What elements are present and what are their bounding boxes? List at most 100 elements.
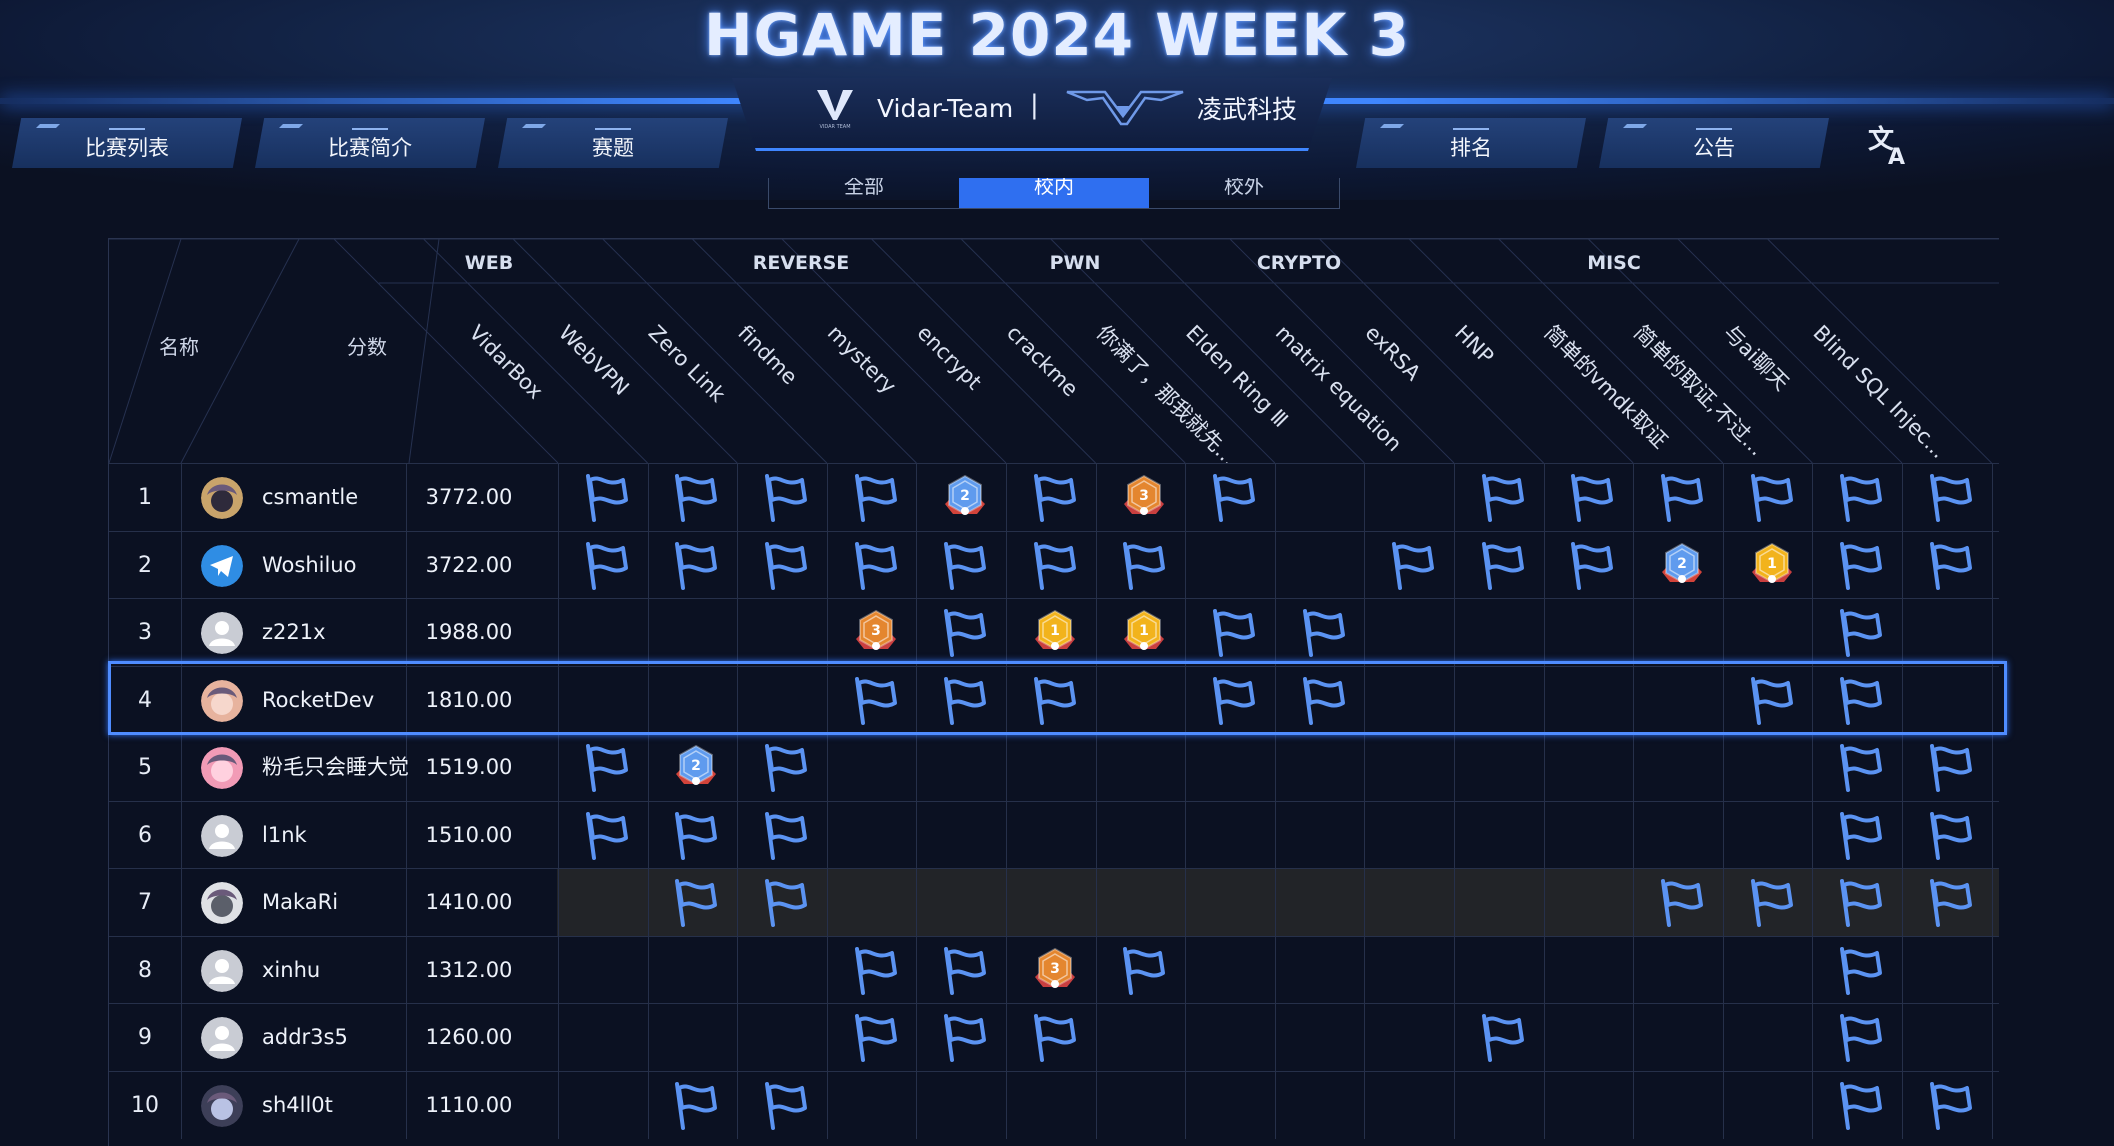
solved-flag-icon[interactable] [937, 673, 993, 729]
solved-flag-icon[interactable] [1475, 1010, 1531, 1066]
avatar-anime[interactable] [201, 477, 243, 519]
challenge-column-header[interactable]: crackme [1002, 321, 1083, 402]
solved-flag-icon[interactable] [1206, 470, 1262, 526]
solved-flag-icon[interactable] [668, 875, 724, 931]
solved-flag-icon[interactable] [1027, 470, 1083, 526]
solved-flag-icon[interactable] [1833, 875, 1889, 931]
challenge-column-header[interactable]: 与ai聊天 [1719, 321, 1794, 396]
challenge-column-header[interactable]: Blind SQL Injec... [1808, 321, 1950, 463]
solved-flag-icon[interactable] [937, 605, 993, 661]
solved-flag-icon[interactable] [937, 943, 993, 999]
solved-flag-icon[interactable] [1923, 808, 1979, 864]
avatar-anime-pink2[interactable] [201, 747, 243, 789]
challenge-column-header[interactable]: mystery [823, 321, 901, 399]
solved-flag-icon[interactable] [1116, 943, 1172, 999]
challenge-column-header[interactable]: HNP [1450, 321, 1498, 369]
avatar-default[interactable] [201, 1017, 243, 1059]
solved-flag-icon[interactable] [1923, 1078, 1979, 1134]
solved-flag-icon[interactable] [668, 808, 724, 864]
solved-flag-icon[interactable] [668, 1078, 724, 1134]
third-blood-badge-icon[interactable]: 3 [1027, 943, 1083, 999]
avatar-anime-dark[interactable] [201, 1084, 243, 1127]
solved-flag-icon[interactable] [758, 875, 814, 931]
avatar-anime-pink[interactable] [201, 679, 243, 722]
sponsor-logo[interactable]: 凌武科技 [1065, 86, 1297, 130]
solved-flag-icon[interactable] [1027, 538, 1083, 594]
solved-flag-icon[interactable] [668, 470, 724, 526]
solved-flag-icon[interactable] [1744, 673, 1800, 729]
solved-flag-icon[interactable] [579, 538, 635, 594]
vidar-team-logo[interactable]: VIDAR TEAM Vidar-Team [815, 86, 1013, 130]
solved-flag-icon[interactable] [668, 538, 724, 594]
second-blood-badge-icon[interactable]: 2 [668, 740, 724, 796]
nav-announcements[interactable]: 公告 [1599, 118, 1829, 168]
solved-flag-icon[interactable] [1833, 538, 1889, 594]
tab-all[interactable]: 全部 [769, 178, 959, 208]
second-blood-badge-icon[interactable]: 2 [1654, 538, 1710, 594]
solved-flag-icon[interactable] [848, 943, 904, 999]
table-row[interactable]: 10 sh4ll0t 1110.00 [109, 1070, 1999, 1139]
solved-flag-icon[interactable] [1475, 470, 1531, 526]
solved-flag-icon[interactable] [848, 1010, 904, 1066]
solved-flag-icon[interactable] [937, 538, 993, 594]
solved-flag-icon[interactable] [758, 538, 814, 594]
table-row[interactable]: 4 RocketDev 1810.00 [109, 665, 1999, 734]
solved-flag-icon[interactable] [1296, 673, 1352, 729]
solved-flag-icon[interactable] [1833, 673, 1889, 729]
solved-flag-icon[interactable] [579, 740, 635, 796]
solved-flag-icon[interactable] [1385, 538, 1441, 594]
solved-flag-icon[interactable] [1475, 538, 1531, 594]
solved-flag-icon[interactable] [1564, 470, 1620, 526]
table-row[interactable]: 3 z221x 1988.00 3 1 1 [109, 598, 1999, 666]
nav-contest-intro[interactable]: 比赛简介 [255, 118, 485, 168]
table-row[interactable]: 1 csmantle 3772.00 2 3 [109, 463, 1999, 531]
solved-flag-icon[interactable] [1833, 470, 1889, 526]
nav-challenges[interactable]: 赛题 [498, 118, 728, 168]
first-blood-badge-icon[interactable]: 1 [1116, 605, 1172, 661]
solved-flag-icon[interactable] [1833, 1078, 1889, 1134]
tab-off-campus[interactable]: 校外 [1149, 178, 1339, 208]
solved-flag-icon[interactable] [1206, 605, 1262, 661]
translate-icon[interactable]: 文 A [1866, 122, 1912, 168]
table-row[interactable]: 9 addr3s5 1260.00 [109, 1003, 1999, 1071]
second-blood-badge-icon[interactable]: 2 [937, 470, 993, 526]
solved-flag-icon[interactable] [758, 470, 814, 526]
solved-flag-icon[interactable] [1296, 605, 1352, 661]
challenge-column-header[interactable]: encrypt [912, 321, 986, 395]
solved-flag-icon[interactable] [848, 538, 904, 594]
solved-flag-icon[interactable] [1206, 673, 1262, 729]
table-row[interactable]: 5 粉毛只会睡大觉 1519.00 2 [109, 733, 1999, 801]
challenge-column-header[interactable]: exRSA [1360, 321, 1425, 386]
avatar-telegram[interactable] [201, 544, 243, 587]
solved-flag-icon[interactable] [758, 808, 814, 864]
challenge-column-header[interactable]: WebVPN [554, 321, 634, 401]
challenge-column-header[interactable]: findme [733, 321, 802, 390]
avatar-default[interactable] [201, 612, 243, 654]
solved-flag-icon[interactable] [1923, 875, 1979, 931]
solved-flag-icon[interactable] [848, 470, 904, 526]
solved-flag-icon[interactable] [579, 470, 635, 526]
solved-flag-icon[interactable] [1923, 538, 1979, 594]
solved-flag-icon[interactable] [1654, 470, 1710, 526]
solved-flag-icon[interactable] [758, 1078, 814, 1134]
solved-flag-icon[interactable] [1833, 740, 1889, 796]
solved-flag-icon[interactable] [848, 673, 904, 729]
challenge-column-header[interactable]: Zero Link [644, 321, 731, 408]
solved-flag-icon[interactable] [1027, 673, 1083, 729]
third-blood-badge-icon[interactable]: 3 [848, 605, 904, 661]
nav-ranking[interactable]: 排名 [1356, 118, 1586, 168]
table-row[interactable]: 6 l1nk 1510.00 [109, 800, 1999, 869]
solved-flag-icon[interactable] [1744, 470, 1800, 526]
solved-flag-icon[interactable] [1923, 740, 1979, 796]
tab-on-campus[interactable]: 校内 [959, 178, 1149, 208]
solved-flag-icon[interactable] [1923, 470, 1979, 526]
table-row[interactable]: 2 Woshiluo 3722.00 2 1 [109, 530, 1999, 599]
solved-flag-icon[interactable] [1116, 538, 1172, 594]
challenge-column-header[interactable]: VidarBox [464, 321, 547, 404]
solved-flag-icon[interactable] [758, 740, 814, 796]
solved-flag-icon[interactable] [1027, 1010, 1083, 1066]
table-row[interactable]: 8 xinhu 1312.00 3 [109, 935, 1999, 1004]
solved-flag-icon[interactable] [1833, 808, 1889, 864]
solved-flag-icon[interactable] [579, 808, 635, 864]
first-blood-badge-icon[interactable]: 1 [1027, 605, 1083, 661]
